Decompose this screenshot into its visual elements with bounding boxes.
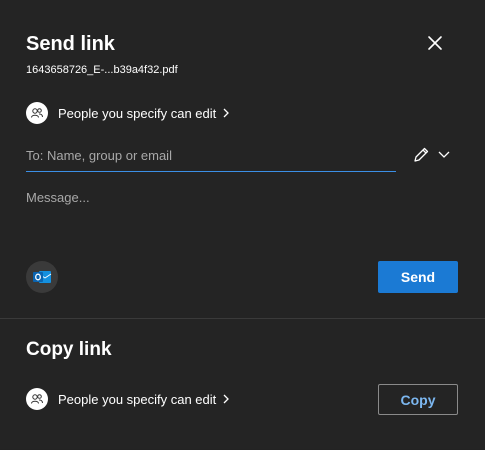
people-icon [26,102,48,124]
copy-link-title: Copy link [26,339,112,360]
send-link-title: Send link [26,33,115,55]
outlook-button[interactable] [26,261,58,293]
pencil-icon[interactable] [412,146,430,164]
share-dialog: Send link 1643658726_E-...b39a4f32.pdf P… [0,0,485,449]
message-input[interactable] [26,190,456,230]
send-permission-label: People you specify can edit [58,105,217,121]
chevron-right-icon [223,108,230,118]
chevron-down-icon[interactable] [437,149,451,161]
send-permission-selector[interactable]: People you specify can edit [26,102,230,124]
copy-button[interactable]: Copy [378,384,458,415]
message-field[interactable] [26,190,456,230]
send-button[interactable]: Send [378,261,458,293]
copy-permission-selector[interactable]: People you specify can edit [26,388,230,410]
close-icon [428,36,442,50]
send-link-section: Send link 1643658726_E-...b39a4f32.pdf P… [0,0,485,318]
copy-permission-label: People you specify can edit [58,391,217,407]
close-button[interactable] [424,32,446,54]
people-icon [26,388,48,410]
file-name: 1643658726_E-...b39a4f32.pdf [26,64,178,76]
recipient-field[interactable] [26,143,396,172]
outlook-icon [33,271,52,283]
chevron-right-icon [223,394,230,404]
recipient-input[interactable] [26,143,396,167]
copy-link-section: Copy link People you specify can edit Co… [0,318,485,450]
